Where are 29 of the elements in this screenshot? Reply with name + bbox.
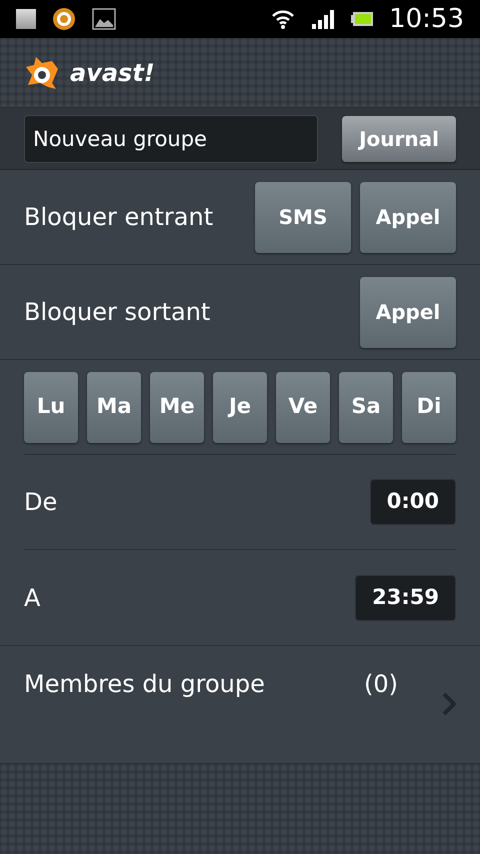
time-button[interactable]: 23:59 [355,574,456,620]
block-button[interactable]: Appel [360,276,456,348]
logo-text: avast! [70,60,155,84]
image-icon [92,8,116,30]
wifi-icon [271,9,296,29]
day-button[interactable]: Ve [276,372,330,442]
day-button[interactable]: Me [150,372,204,442]
ring-icon [52,7,76,31]
members-label: Membres du groupe [24,669,266,700]
row-label: Bloquer entrant [24,202,214,233]
day-button[interactable]: Sa [339,372,393,442]
signal-icon [311,9,336,29]
day-button[interactable]: Di [402,372,456,442]
members-count: (0) [364,669,398,700]
journal-button[interactable]: Journal [342,116,456,162]
clock-time: 10:53 [389,6,464,32]
time-label: A [24,582,40,614]
block-button[interactable]: Appel [360,182,456,252]
battery-icon [351,12,374,26]
time-button[interactable]: 0:00 [370,479,456,525]
day-button[interactable]: Ma [87,372,141,442]
group-name-field[interactable]: Nouveau groupe [24,114,318,162]
row-label: Bloquer sortant [24,297,212,328]
time-label: De [24,487,58,518]
day-button[interactable]: Lu [24,372,78,442]
block-button[interactable]: SMS [255,182,351,252]
chevron-right-icon [442,692,456,716]
day-button[interactable]: Je [213,372,267,442]
notification-icon [16,9,36,29]
